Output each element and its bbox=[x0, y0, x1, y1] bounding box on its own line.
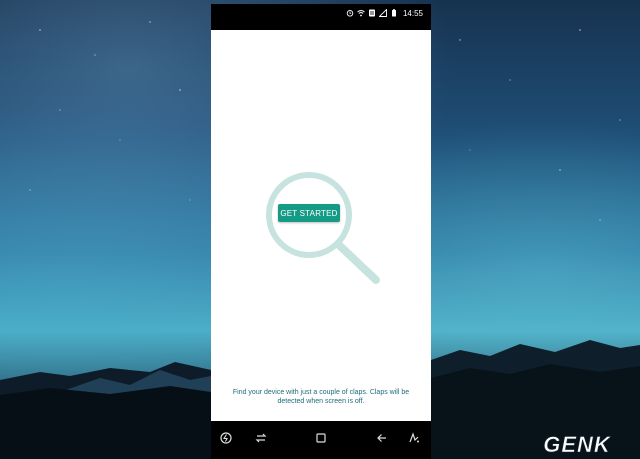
info-text: Find your device with just a couple of c… bbox=[232, 389, 410, 405]
wifi-icon bbox=[357, 10, 365, 17]
magnifier-icon bbox=[266, 172, 380, 284]
power-save-icon[interactable] bbox=[219, 431, 233, 445]
nav-bar bbox=[211, 421, 431, 459]
get-started-button[interactable]: GET STARTED bbox=[278, 204, 340, 222]
recent-apps-icon[interactable] bbox=[254, 431, 268, 445]
signal-icon bbox=[378, 9, 387, 17]
phone-frame: 14:55 GET STARTED Find your device with … bbox=[211, 4, 431, 459]
svg-text:GENK: GENK bbox=[543, 432, 612, 456]
status-icons: 14:55 bbox=[346, 7, 423, 19]
assistant-icon[interactable] bbox=[407, 431, 421, 445]
status-time: 14:55 bbox=[402, 8, 423, 18]
back-icon[interactable] bbox=[375, 431, 389, 445]
genk-watermark-logo: GENK bbox=[543, 432, 612, 456]
home-icon[interactable] bbox=[314, 431, 328, 445]
status-bar: 14:55 bbox=[211, 4, 431, 30]
alarm-icon bbox=[346, 10, 354, 17]
app-screen: GET STARTED Find your device with just a… bbox=[211, 30, 431, 421]
battery-icon bbox=[391, 9, 396, 17]
data-icon bbox=[368, 9, 375, 17]
